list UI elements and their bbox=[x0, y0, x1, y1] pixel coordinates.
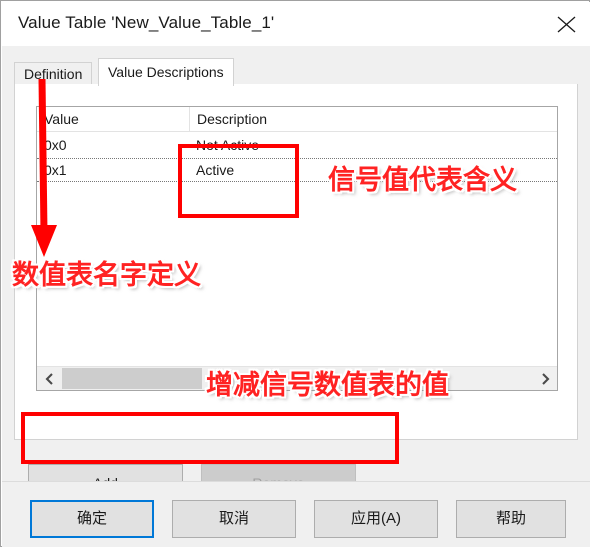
cell-value: 0x0 bbox=[44, 137, 67, 153]
table-row[interactable]: 0x1 Active bbox=[37, 158, 557, 182]
scroll-right-button[interactable] bbox=[533, 367, 557, 390]
column-header-description[interactable]: Description bbox=[189, 107, 557, 132]
cell-value: 0x1 bbox=[44, 162, 67, 178]
apply-button[interactable]: 应用(A) bbox=[314, 500, 438, 538]
dialog-body: Definition Value Descriptions Value Desc… bbox=[2, 46, 590, 502]
ok-button[interactable]: 确定 bbox=[30, 500, 154, 538]
scrollbar-thumb[interactable] bbox=[62, 368, 202, 389]
value-descriptions-list[interactable]: Value Description 0x0 Not Active 0x1 Act… bbox=[36, 106, 558, 391]
close-button[interactable] bbox=[544, 2, 590, 46]
chevron-right-icon bbox=[542, 373, 550, 385]
tab-definition[interactable]: Definition bbox=[14, 62, 93, 86]
scroll-left-button[interactable] bbox=[37, 367, 61, 390]
tab-strip: Definition Value Descriptions bbox=[14, 58, 578, 86]
chevron-left-icon bbox=[45, 373, 53, 385]
value-table-dialog: Value Table 'New_Value_Table_1' Definiti… bbox=[0, 0, 590, 547]
title-bar: Value Table 'New_Value_Table_1' bbox=[2, 2, 590, 46]
cell-description: Not Active bbox=[196, 137, 260, 153]
list-header-row: Value Description bbox=[37, 107, 557, 132]
window-title: Value Table 'New_Value_Table_1' bbox=[18, 13, 275, 32]
tab-panel-value-descriptions: Value Description 0x0 Not Active 0x1 Act… bbox=[14, 84, 578, 440]
cell-description: Active bbox=[196, 162, 235, 178]
cancel-button[interactable]: 取消 bbox=[172, 500, 296, 538]
tab-value-descriptions[interactable]: Value Descriptions bbox=[98, 58, 234, 86]
help-button[interactable]: 帮助 bbox=[456, 500, 566, 538]
close-icon bbox=[557, 16, 576, 33]
horizontal-scrollbar[interactable] bbox=[37, 366, 557, 390]
table-row[interactable]: 0x0 Not Active bbox=[37, 134, 557, 158]
dialog-button-bar: 确定 取消 应用(A) 帮助 bbox=[2, 481, 590, 547]
column-header-value[interactable]: Value bbox=[37, 107, 189, 132]
